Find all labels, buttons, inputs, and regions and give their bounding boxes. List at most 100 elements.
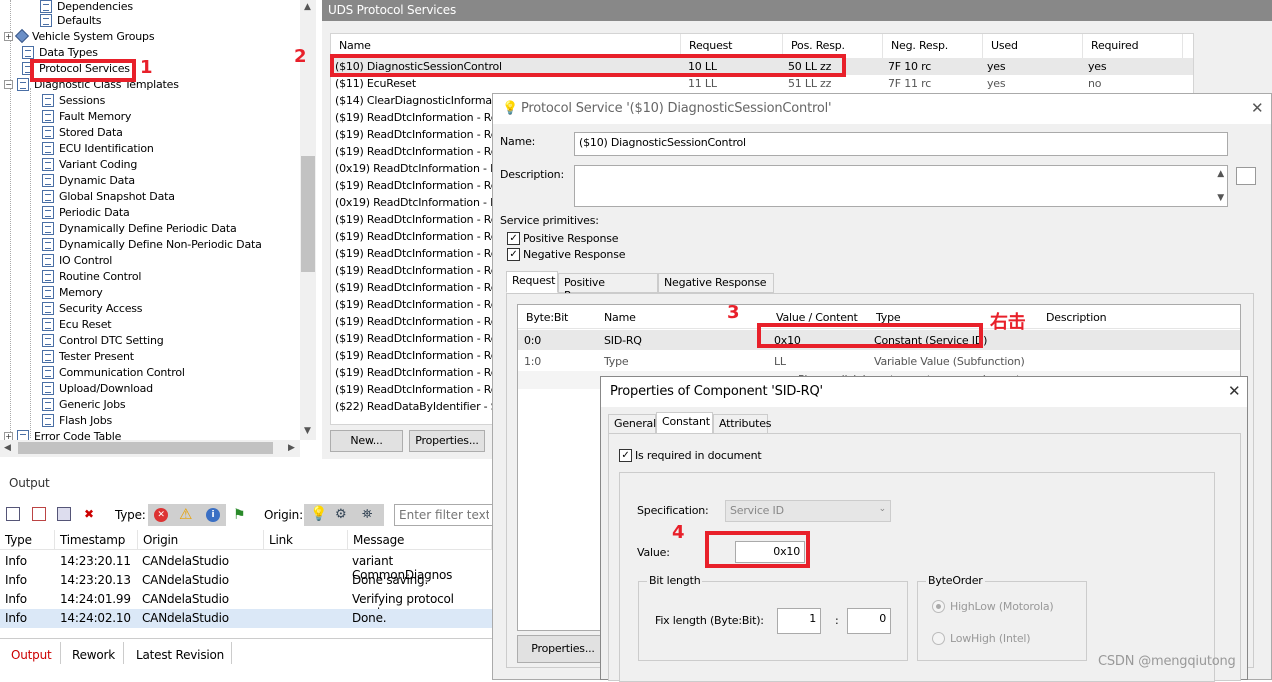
tree-item[interactable]: Dynamic Data [42,172,135,188]
tree-item-label: Dependencies [57,0,133,13]
cell-ts: 14:24:02.10 [60,611,131,625]
tree-item[interactable]: IO Control [42,252,112,268]
error-filter-icon[interactable]: ✕ [154,508,168,522]
tab-output[interactable]: Output [11,648,52,662]
export-icon[interactable] [32,507,46,521]
table-row[interactable]: ($11) EcuReset 11 LL 51 LL zz 7F 11 rc yes no [331,75,1193,92]
tree-item[interactable]: Dynamically Define Periodic Data [42,220,237,236]
document-icon [42,93,54,107]
scroll-down-icon[interactable]: ▼ [304,426,311,436]
tab-attributes[interactable]: Attributes [713,414,772,434]
properties-button[interactable]: Properties... [517,635,609,663]
document-icon [22,45,34,59]
expand-icon[interactable]: + [4,31,13,41]
table-row[interactable]: Info 14:23:20.11 CANdelaStudio variant Comm… [0,552,492,582]
tab-rework[interactable]: Rework [72,648,115,662]
tab-general[interactable]: General [608,414,656,434]
tab-latest-revision[interactable]: Latest Revision [136,648,224,662]
name-field[interactable]: ($10) DiagnosticSessionControl [574,132,1228,156]
table-row[interactable]: Info 14:23:20.13 CANdelaStudio Done saving. [0,571,492,590]
dlg1-tabs: Request Positive Response Negative Respo… [506,271,776,302]
tree-item[interactable]: Security Access [42,300,143,316]
col-timestamp[interactable]: Timestamp [55,530,138,550]
negative-response-checkbox[interactable]: ✓ [507,248,520,261]
tree-item[interactable]: Dynamically Define Non-Periodic Data [42,236,262,252]
col-type[interactable]: Type [0,530,55,550]
highlow-radio [932,600,945,613]
tree-item[interactable]: ECU Identification [42,140,154,156]
fix-bit-field[interactable]: 0 [847,608,891,634]
col-origin[interactable]: Origin [138,530,264,550]
col-name[interactable]: Name [604,311,636,324]
flag-icon[interactable]: ⚑ [233,507,246,523]
copy-icon[interactable] [57,507,71,521]
col-required[interactable]: Required [1083,34,1183,58]
tree-item[interactable]: Stored Data [42,124,123,140]
network-icon[interactable]: ⚙ [335,507,347,522]
tree-item[interactable]: Data Types [22,44,98,60]
info-filter-icon[interactable]: i [206,508,220,522]
tab-constant[interactable]: Constant [656,412,713,434]
tree-item[interactable]: Generic Jobs [42,396,126,412]
tree-item[interactable]: Ecu Reset [42,316,112,332]
tab-negative-response[interactable]: Negative Response [658,273,774,293]
tree-item-label: Defaults [57,13,102,27]
warning-filter-icon[interactable]: ⚠ [179,505,192,523]
table-row[interactable]: Info 14:24:02.10 CANdelaStudio Done. [0,609,492,628]
scroll-up-icon[interactable]: ▲ [304,2,311,12]
new-button[interactable]: New... [330,430,403,452]
scroll-left-icon[interactable]: ◀ [4,443,11,453]
cell-type: Info [5,611,27,625]
close-icon[interactable]: ✕ [1251,99,1264,117]
document-icon [42,349,54,363]
edit-description-icon[interactable] [1236,167,1256,185]
tree-item[interactable]: Tester Present [42,348,134,364]
tree-item[interactable]: Variant Coding [42,156,137,172]
clear-icon[interactable] [6,507,20,521]
description-field[interactable]: ▲ ▼ [574,165,1228,207]
expand-icon[interactable]: − [4,79,13,89]
col-message[interactable]: Message [348,530,492,550]
tree-item[interactable]: + Vehicle System Groups [4,28,155,44]
scroll-thumb[interactable] [18,442,273,454]
close-icon[interactable]: ✕ [1228,382,1241,400]
required-checkbox[interactable]: ✓ [619,449,632,462]
tree-item[interactable]: Defaults [40,12,102,28]
positive-response-checkbox[interactable]: ✓ [507,232,520,245]
tree-item[interactable]: Periodic Data [42,204,130,220]
tree-item[interactable]: Upload/Download [42,380,153,396]
tree-item[interactable]: Routine Control [42,268,141,284]
tab-positive-response[interactable]: Positive Response [558,273,658,302]
tree-item[interactable]: Memory [42,284,103,300]
grid-row[interactable]: 1:0 Type LL Variable Value (Subfunction) [518,351,1240,371]
cell-msg: Done saving. [352,573,429,587]
col-link[interactable]: Link [264,530,348,550]
tree-item[interactable]: Fault Memory [42,108,131,124]
binoculars-icon[interactable]: ⛯ [362,507,372,522]
tree-item[interactable]: Control DTC Setting [42,332,164,348]
fix-byte-field[interactable]: 1 [777,608,821,634]
tree-item[interactable]: Communication Control [42,364,185,380]
lightbulb-icon: 💡 [502,101,518,116]
document-icon [42,317,54,331]
tree-item[interactable]: Sessions [42,92,105,108]
cell-name: ($19) ReadDtcInformation - Repo [335,332,511,345]
table-row[interactable]: Info 14:24:01.99 CANdelaStudio Verifying pr… [0,590,492,620]
tab-request[interactable]: Request [506,271,558,293]
properties-button[interactable]: Properties... [409,430,485,452]
tree-item[interactable]: Global Snapshot Data [42,188,175,204]
scroll-thumb[interactable] [301,156,315,272]
col-used[interactable]: Used [983,34,1083,58]
col-byte-bit[interactable]: Byte:Bit [526,311,568,324]
col-neg-resp[interactable]: Neg. Resp. [883,34,983,58]
filter-input[interactable] [394,504,494,526]
group-icon [14,28,30,44]
delete-icon[interactable]: ✖ [84,507,98,521]
cell-neg: 7F 11 rc [888,77,932,90]
tree-item[interactable]: Flash Jobs [42,412,112,428]
lightbulb-icon[interactable]: 💡 [310,506,327,522]
scroll-right-icon[interactable]: ▶ [288,443,295,453]
col-description[interactable]: Description [1046,311,1107,324]
type-label: Type: [115,508,146,522]
tree-horizontal-scrollbar[interactable]: ◀ ▶ [0,440,300,457]
